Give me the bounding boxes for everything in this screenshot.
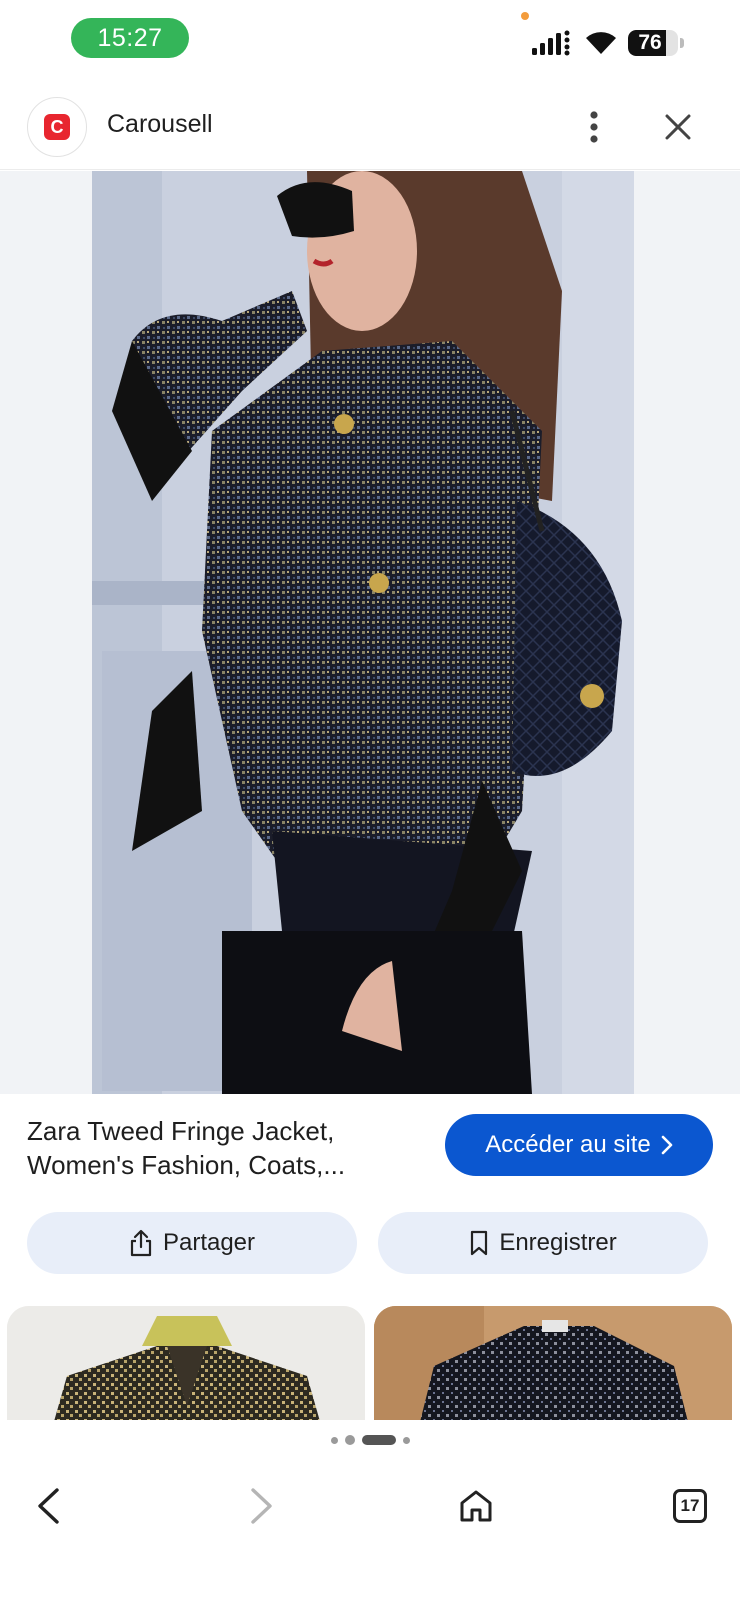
- cellular-signal-icon: [532, 30, 570, 56]
- visit-site-button[interactable]: Accéder au site: [445, 1114, 713, 1176]
- image-viewer[interactable]: [0, 171, 740, 1094]
- site-name: Carousell: [107, 110, 213, 138]
- product-image[interactable]: [92, 171, 634, 1094]
- home-icon: [460, 1490, 492, 1522]
- wifi-icon: [586, 32, 616, 54]
- arrow-forward-icon: [251, 1488, 272, 1524]
- share-label: Partager: [162, 1229, 256, 1256]
- chevron-right-icon: [661, 1135, 673, 1155]
- tabs-count: 17: [673, 1489, 707, 1523]
- carousell-logo-icon: C: [44, 114, 70, 140]
- close-button[interactable]: [656, 104, 700, 150]
- close-icon: [665, 114, 691, 140]
- save-label: Enregistrer: [499, 1229, 617, 1256]
- share-icon: [130, 1229, 152, 1257]
- carousel-dot: [330, 1436, 338, 1444]
- status-time: 15:27: [71, 18, 189, 58]
- related-image-thumbnail[interactable]: [7, 1306, 365, 1420]
- battery-level: 76: [638, 31, 662, 54]
- status-bar: 15:27 76: [0, 0, 740, 80]
- more-vert-icon: [590, 111, 598, 143]
- custom-tab-header: C Carousell: [0, 86, 740, 170]
- carousel-dot-active: [361, 1435, 396, 1445]
- carousel-dot: [344, 1435, 355, 1445]
- carousel-indicator: [0, 1430, 740, 1450]
- bookmark-icon: [471, 1230, 488, 1256]
- back-button[interactable]: [18, 1476, 78, 1536]
- carousel-dot: [402, 1436, 410, 1444]
- bottom-navigation-bar: 17: [0, 1462, 740, 1552]
- arrow-back-icon: [38, 1488, 59, 1524]
- tabs-button[interactable]: 17: [660, 1476, 720, 1536]
- save-button[interactable]: Enregistrer: [378, 1212, 708, 1274]
- result-title[interactable]: Zara Tweed Fringe Jacket, Women's Fashio…: [27, 1114, 417, 1182]
- visit-site-label: Accéder au site: [485, 1131, 651, 1158]
- related-images: [0, 1306, 740, 1420]
- battery-indicator: 76: [628, 30, 684, 56]
- privacy-indicator-dot: [521, 12, 529, 20]
- related-image-thumbnail[interactable]: [374, 1306, 732, 1420]
- more-options-button[interactable]: [573, 104, 615, 150]
- site-favicon-avatar: C: [27, 97, 87, 157]
- forward-button[interactable]: [232, 1476, 292, 1536]
- home-button[interactable]: [446, 1476, 506, 1536]
- share-button[interactable]: Partager: [27, 1212, 357, 1274]
